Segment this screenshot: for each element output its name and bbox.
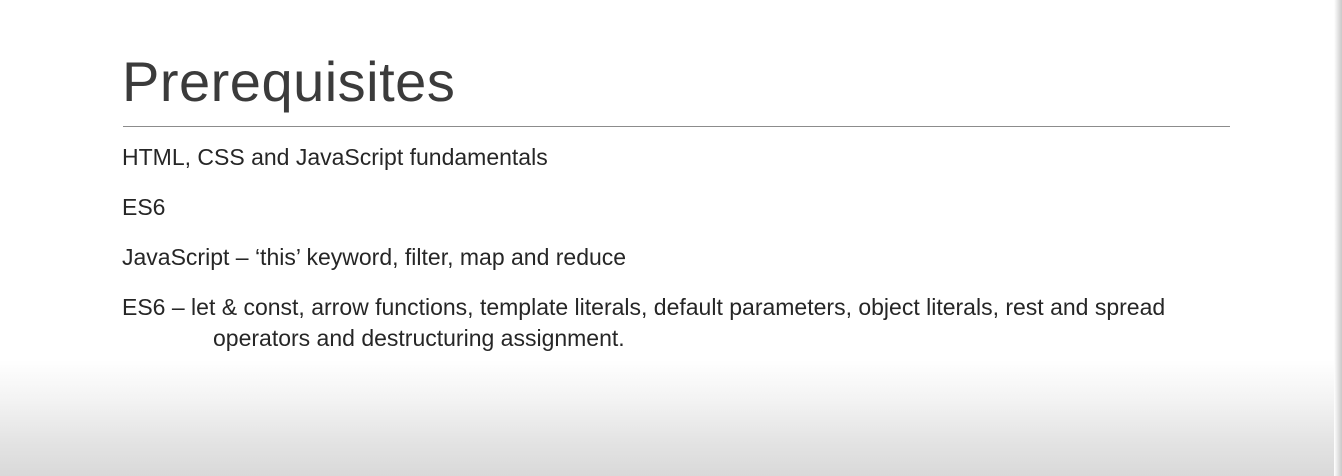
- list-item: HTML, CSS and JavaScript fundamentals: [122, 144, 548, 170]
- slide-edge-shadow: [1334, 0, 1342, 476]
- slide: Prerequisites HTML, CSS and JavaScript f…: [0, 0, 1342, 476]
- list-item: ES6: [122, 194, 166, 220]
- list-item: ES6 – let & const, arrow functions, temp…: [122, 294, 1166, 351]
- prerequisites-list: HTML, CSS and JavaScript fundamentals ES…: [122, 142, 1232, 373]
- slide-title: Prerequisites: [122, 50, 456, 113]
- list-item: JavaScript – ‘this’ keyword, filter, map…: [122, 244, 627, 270]
- title-divider: [123, 126, 1230, 127]
